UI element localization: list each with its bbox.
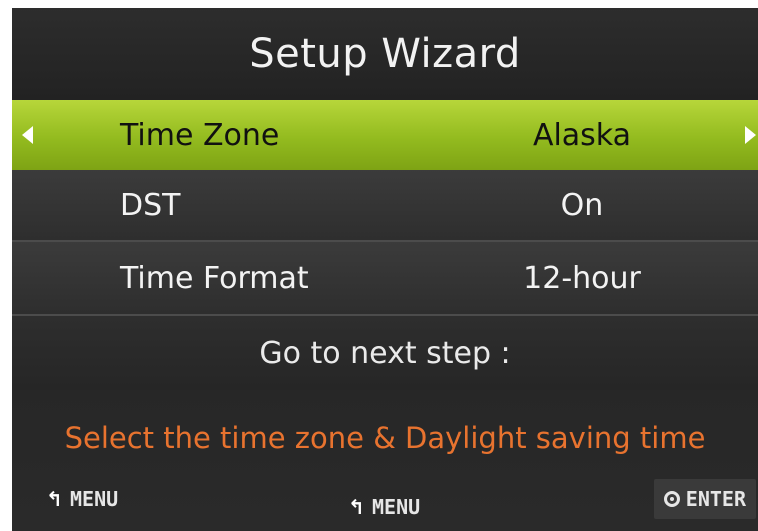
time-zone-label: Time Zone [120,117,280,153]
time-format-value: 12-hour [523,260,641,296]
time-zone-value: Alaska [532,117,632,153]
setup-wizard-screen: Setup Wizard Time Zone Alaska DST On Tim… [12,8,758,531]
menu-button-center[interactable]: ↰ MENU [348,495,420,519]
go-to-next-step-row[interactable]: Go to next step : [12,316,758,390]
menu-button-left[interactable]: ↰ MENU [46,487,118,511]
instruction-hint: Select the time zone & Daylight saving t… [64,421,706,455]
footer-bar: ↰ MENU ↰ MENU ENTER [12,473,758,531]
menu-center-label: MENU [372,495,421,519]
dst-value: On [560,187,604,223]
enter-circle-icon [663,491,680,507]
left-arrow-icon[interactable] [22,126,33,144]
dst-label: DST [120,187,181,223]
enter-label: ENTER [685,487,746,511]
dst-row[interactable]: DST On [12,170,758,240]
menu-return-icon: ↰ [348,495,365,519]
menu-return-icon: ↰ [46,487,63,511]
page-title: Setup Wizard [12,8,758,100]
time-format-label: Time Format [120,260,309,296]
time-zone-row[interactable]: Time Zone Alaska [12,100,758,170]
menu-left-label: MENU [70,487,119,511]
time-format-row[interactable]: Time Format 12-hour [12,242,758,314]
enter-button[interactable]: ENTER [653,479,756,519]
right-arrow-icon[interactable] [745,126,756,144]
